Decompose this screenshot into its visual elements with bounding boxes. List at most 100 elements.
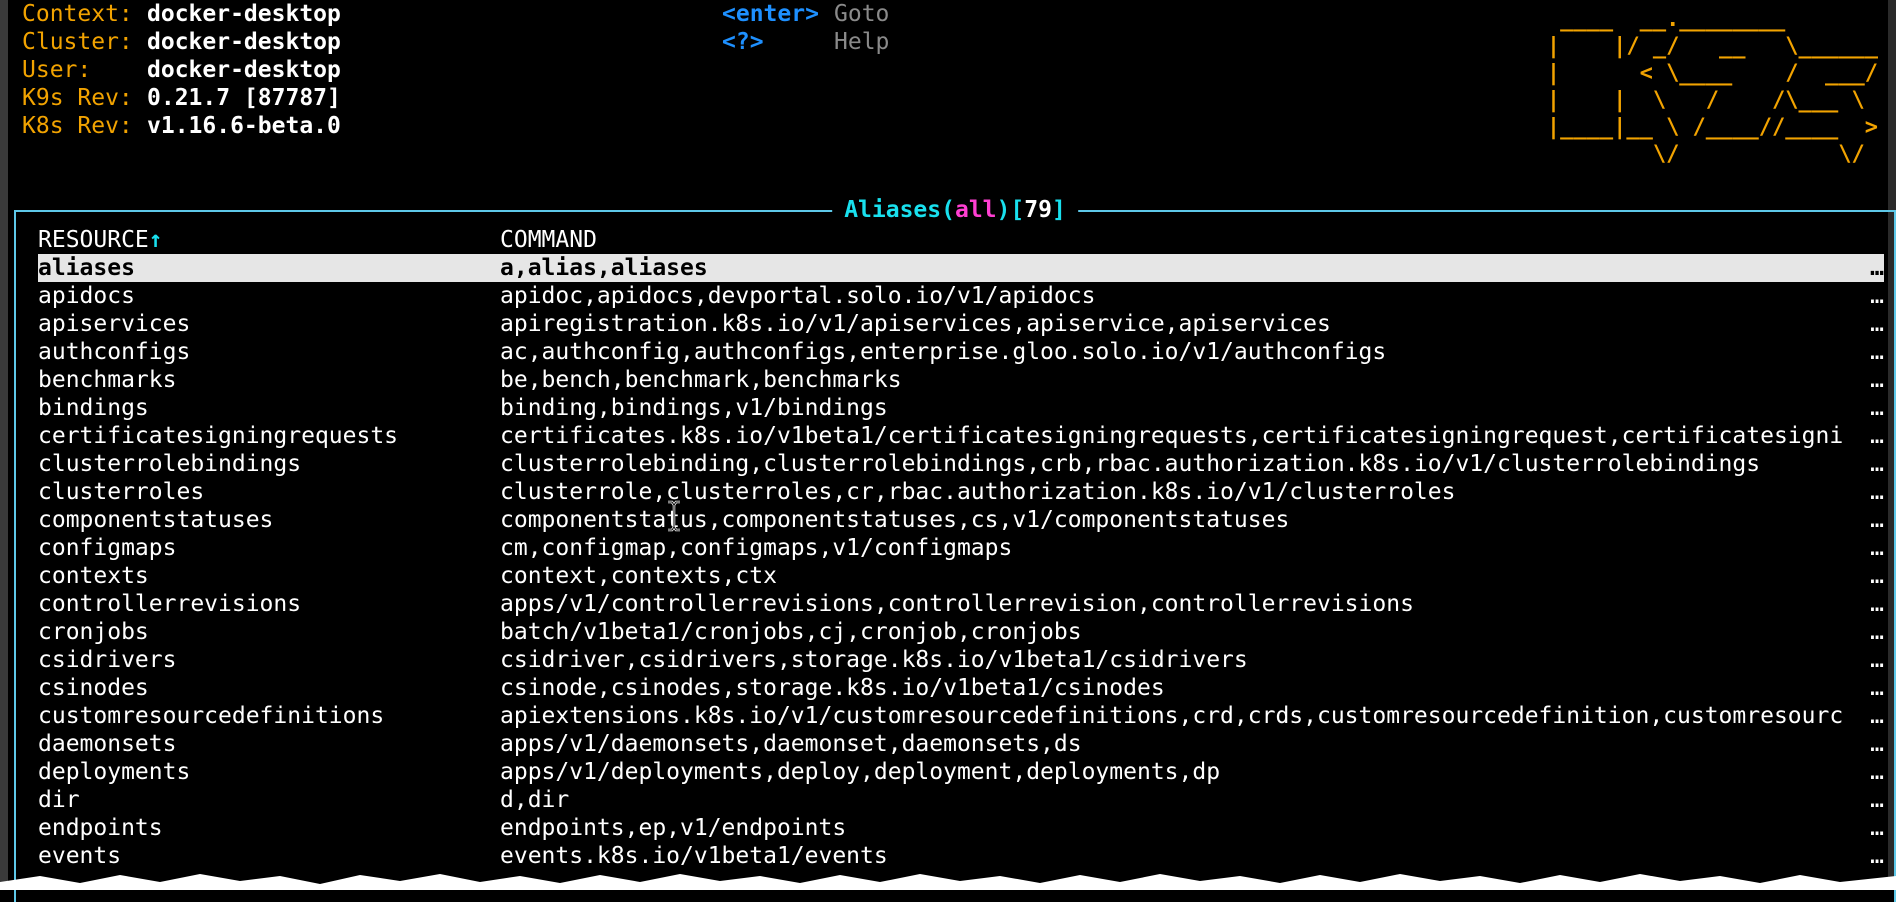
table-row[interactable]: events events.k8s.io/v1beta1/events… (38, 842, 1884, 870)
table-row[interactable]: controllerrevisions apps/v1/controllerrev… (38, 590, 1884, 618)
truncation-ellipsis: … (1870, 647, 1884, 673)
truncation-ellipsis: … (1870, 479, 1884, 505)
column-header-resource[interactable]: RESOURCE↑ (38, 226, 498, 254)
view-title-name: Aliases (844, 197, 942, 223)
torn-edge (0, 874, 1896, 890)
k9s-rev-label: K9s Rev: (22, 85, 133, 111)
hint-goto[interactable]: <enter> Goto (722, 0, 889, 28)
truncation-ellipsis: … (1870, 675, 1884, 701)
context-value: docker-desktop (147, 1, 341, 27)
resource-cell: csidrivers (38, 647, 177, 673)
command-cell: batch/v1beta1/cronjobs,cj,cronjob,cronjo… (500, 619, 1082, 645)
resource-cell: aliases (38, 255, 135, 281)
command-cell: certificates.k8s.io/v1beta1/certificates… (500, 423, 1844, 449)
table-row[interactable]: clusterroles clusterrole,clusterroles,cr,… (38, 478, 1884, 506)
resource-cell: benchmarks (38, 367, 177, 393)
table-row[interactable]: customresourcedefinitions apiextensions.k… (38, 702, 1884, 730)
view-title-close-bracket: ] (1051, 197, 1066, 223)
context-label: Context: (22, 1, 133, 27)
hint-action-help: Help (834, 29, 890, 55)
truncation-ellipsis: … (1870, 619, 1884, 645)
key-hints: <enter> Goto <?> Help (722, 0, 889, 56)
k9s-rev-row: K9s Rev: 0.21.7 [87787] (22, 84, 341, 112)
truncation-ellipsis: … (1870, 535, 1884, 561)
command-cell: csinode,csinodes,storage.k8s.io/v1beta1/… (500, 675, 1165, 701)
command-cell: apiextensions.k8s.io/v1/customresourcede… (500, 703, 1844, 729)
command-cell: apps/v1/daemonsets,daemonset,daemonsets,… (500, 731, 1082, 757)
table-row[interactable]: cronjobs batch/v1beta1/cronjobs,cj,cronjo… (38, 618, 1884, 646)
table-row[interactable]: certificatesigningrequests certificates.k… (38, 422, 1884, 450)
table-row[interactable]: authconfigs ac,authconfig,authconfigs,ent… (38, 338, 1884, 366)
command-cell: apidoc,apidocs,devportal.solo.io/v1/apid… (500, 283, 1096, 309)
view-title: Aliases(all)[79] (832, 196, 1078, 224)
table-row[interactable]: componentstatuses componentstatus,compone… (38, 506, 1884, 534)
table-row[interactable]: daemonsets apps/v1/daemonsets,daemonset,d… (38, 730, 1884, 758)
resource-cell: certificatesigningrequests (38, 423, 399, 449)
column-header-command[interactable]: COMMAND (500, 226, 1860, 254)
command-cell: a,alias,aliases (500, 255, 708, 281)
truncation-ellipsis: … (1870, 423, 1884, 449)
command-cell: clusterrolebinding,clusterrolebindings,c… (500, 451, 1761, 477)
command-cell: be,bench,benchmark,benchmarks (500, 367, 902, 393)
resource-cell: clusterroles (38, 479, 205, 505)
hint-key-enter: <enter> (722, 1, 819, 27)
k8s-rev-value: v1.16.6-beta.0 (147, 113, 341, 139)
truncation-ellipsis: … (1870, 815, 1884, 841)
table-row[interactable]: benchmarks be,bench,benchmark,benchmarks… (38, 366, 1884, 394)
resource-cell: dir (38, 787, 80, 813)
truncation-ellipsis: … (1870, 759, 1884, 785)
view-title-open-paren: ( (941, 197, 955, 223)
hint-help[interactable]: <?> Help (722, 28, 889, 56)
table-body: aliases a,alias,aliases … apidocs apidoc,api… (38, 254, 1884, 870)
table-row[interactable]: endpoints endpoints,ep,v1/endpoints… (38, 814, 1884, 842)
table-row[interactable]: csinodes csinode,csinodes,storage.k8s.io/… (38, 674, 1884, 702)
text-cursor-icon (668, 500, 680, 532)
sort-ascending-icon: ↑ (148, 227, 163, 253)
table-row[interactable]: configmaps cm,configmap,configmaps,v1/con… (38, 534, 1884, 562)
table-row[interactable]: apiservices apiregistration.k8s.io/v1/api… (38, 310, 1884, 338)
resource-cell: customresourcedefinitions (38, 703, 385, 729)
truncation-ellipsis: … (1870, 311, 1884, 337)
truncation-ellipsis: … (1870, 843, 1884, 869)
table-row[interactable]: bindings binding,bindings,v1/bindings… (38, 394, 1884, 422)
cluster-info: Context: docker-desktop Cluster: docker-… (22, 0, 341, 140)
truncation-ellipsis: … (1870, 451, 1884, 477)
k8s-rev-label: K8s Rev: (22, 113, 133, 139)
command-cell: context,contexts,ctx (500, 563, 777, 589)
resource-cell: csinodes (38, 675, 149, 701)
table-row[interactable]: dir d,dir… (38, 786, 1884, 814)
table-row[interactable]: contexts context,contexts,ctx… (38, 562, 1884, 590)
resource-cell: events (38, 843, 122, 869)
truncation-ellipsis: … (1870, 255, 1884, 281)
view-count: 79 (1024, 197, 1052, 223)
command-cell: csidriver,csidrivers,storage.k8s.io/v1be… (500, 647, 1248, 673)
resource-cell: daemonsets (38, 731, 177, 757)
table-row[interactable]: apidocs apidoc,apidocs,devportal.solo.io/… (38, 282, 1884, 310)
resource-cell: endpoints (38, 815, 163, 841)
left-edge (0, 0, 8, 890)
cluster-value: docker-desktop (147, 29, 341, 55)
resource-cell: controllerrevisions (38, 591, 302, 617)
truncation-ellipsis: … (1870, 591, 1884, 617)
aliases-table-frame: Aliases(all)[79] RESOURCE↑ COMMAND alias… (14, 196, 1896, 902)
command-cell: apiregistration.k8s.io/v1/apiservices,ap… (500, 311, 1331, 337)
resource-cell: clusterrolebindings (38, 451, 302, 477)
resource-cell: apiservices (38, 311, 191, 337)
view-title-close-paren: ) (996, 197, 1011, 223)
table-row[interactable]: deployments apps/v1/deployments,deploy,de… (38, 758, 1884, 786)
k8s-rev-row: K8s Rev: v1.16.6-beta.0 (22, 112, 341, 140)
table-row[interactable]: clusterrolebindings clusterrolebinding,cl… (38, 450, 1884, 478)
resource-cell: componentstatuses (38, 507, 274, 533)
cluster-row: Cluster: docker-desktop (22, 28, 341, 56)
view-title-open-bracket: [ (1010, 197, 1025, 223)
table-row[interactable]: csidrivers csidriver,csidrivers,storage.k… (38, 646, 1884, 674)
resource-cell: authconfigs (38, 339, 191, 365)
resource-cell: bindings (38, 395, 149, 421)
table-row[interactable]: aliases a,alias,aliases … (38, 254, 1884, 282)
cluster-label: Cluster: (22, 29, 133, 55)
command-cell: d,dir (500, 787, 570, 813)
hint-action-goto: Goto (834, 1, 890, 27)
user-value: docker-desktop (147, 57, 341, 83)
command-cell: cm,configmap,configmaps,v1/configmaps (500, 535, 1013, 561)
command-cell: ac,authconfig,authconfigs,enterprise.glo… (500, 339, 1387, 365)
